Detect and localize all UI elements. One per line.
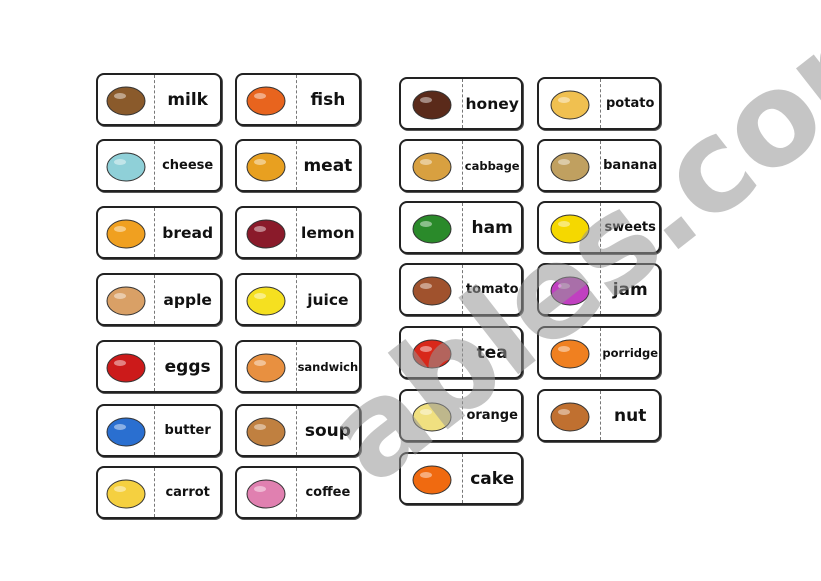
card-word: butter: [164, 423, 211, 438]
card-word: juice: [307, 290, 349, 309]
card-word: tea: [476, 342, 508, 363]
eggs-icon: [98, 406, 156, 455]
card-word: orange: [466, 408, 518, 423]
card-word: bread: [162, 223, 214, 242]
banana-icon: [539, 203, 602, 252]
domino-card: ham: [399, 201, 523, 254]
domino-card: orange: [399, 389, 523, 442]
domino-card: apple: [96, 273, 222, 326]
walnut-icon: [98, 75, 156, 124]
card-word: honey: [465, 94, 519, 113]
cheese-icon: [98, 208, 156, 257]
domino-card: fish: [235, 73, 361, 126]
card-word: carrot: [165, 485, 210, 500]
card-word: tomato: [465, 282, 519, 297]
apple-icon: [98, 342, 156, 391]
card-word: sandwich: [297, 359, 359, 374]
bread-icon: [98, 275, 156, 324]
domino-card: sandwich: [235, 340, 361, 393]
card-word: meat: [303, 155, 353, 176]
meat-icon: [237, 208, 297, 257]
sweets-icon: [539, 265, 602, 314]
domino-card: banana: [537, 139, 661, 192]
cabbage-icon: [401, 203, 464, 252]
card-word: jam: [612, 279, 648, 300]
card-word: milk: [167, 89, 208, 110]
domino-card: porridge: [537, 326, 661, 379]
card-word: fish: [310, 89, 346, 110]
carrot-icon: [237, 75, 297, 124]
domino-card: butter: [96, 404, 222, 457]
teapot-icon: [401, 391, 464, 440]
domino-card: bread: [96, 206, 222, 259]
domino-card: nut: [537, 389, 661, 442]
domino-card: sweets: [537, 201, 661, 254]
sandwich-icon: [237, 406, 297, 455]
domino-card: milk: [96, 73, 222, 126]
juice-icon: [237, 342, 297, 391]
domino-card: tomato: [399, 263, 523, 316]
domino-card: potato: [537, 77, 661, 130]
card-word: apple: [163, 290, 212, 309]
domino-card: carrot: [96, 466, 222, 519]
honey-icon: [401, 141, 464, 190]
card-word: potato: [606, 96, 655, 111]
domino-card: soup: [235, 404, 361, 457]
card-word: cake: [470, 468, 515, 489]
lemon-icon: [237, 275, 297, 324]
card-word: cheese: [162, 158, 214, 173]
cake-icon: [539, 79, 602, 128]
card-word: nut: [614, 405, 647, 426]
card-word: banana: [603, 158, 658, 173]
fish-icon: [237, 141, 297, 190]
tomato-icon: [401, 328, 464, 377]
coffee-icon: [401, 79, 464, 128]
domino-card: tea: [399, 326, 523, 379]
domino-card: cake: [399, 452, 523, 505]
card-word: lemon: [301, 223, 355, 242]
domino-card: meat: [235, 139, 361, 192]
domino-card: coffee: [235, 466, 361, 519]
orange-icon: [401, 454, 464, 503]
domino-card: eggs: [96, 340, 222, 393]
butter-icon: [98, 468, 156, 517]
card-word: soup: [304, 420, 351, 441]
potato-icon: [539, 141, 602, 190]
card-word: coffee: [305, 485, 351, 500]
card-word: ham: [471, 217, 513, 238]
milk-carton-icon: [98, 141, 156, 190]
soup-icon: [237, 468, 297, 517]
card-word: cabbage: [464, 158, 520, 173]
domino-card: lemon: [235, 206, 361, 259]
domino-card: cheese: [96, 139, 222, 192]
jam-icon: [539, 328, 602, 377]
card-word: eggs: [164, 356, 211, 377]
domino-card: jam: [537, 263, 661, 316]
domino-card: juice: [235, 273, 361, 326]
domino-card: cabbage: [399, 139, 523, 192]
domino-card: honey: [399, 77, 523, 130]
card-word: porridge: [602, 345, 659, 360]
card-word: sweets: [604, 220, 656, 235]
porridge-icon: [539, 391, 602, 440]
ham-icon: [401, 265, 464, 314]
